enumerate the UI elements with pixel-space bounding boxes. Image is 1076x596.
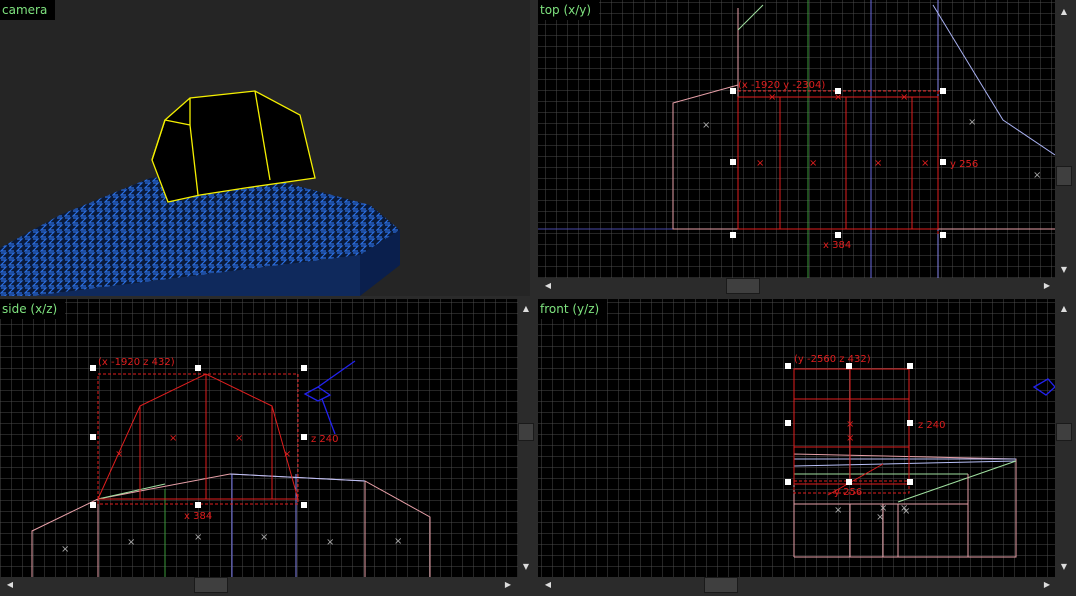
scroll-left-icon[interactable]: ◀ bbox=[540, 278, 556, 294]
front-vertical-scrollbar[interactable]: ▲ ▼ bbox=[1056, 299, 1072, 577]
svg-text:×: × bbox=[809, 158, 817, 169]
svg-text:×: × bbox=[283, 449, 291, 460]
svg-text:×: × bbox=[1033, 170, 1041, 181]
scroll-thumb[interactable] bbox=[518, 423, 534, 441]
scroll-right-icon[interactable]: ▶ bbox=[1039, 278, 1055, 294]
camera-viewport-label: camera bbox=[0, 0, 56, 20]
camera-viewport[interactable]: camera bbox=[0, 0, 530, 296]
side-viewport-label: side (x/z) bbox=[0, 299, 66, 319]
scroll-right-icon[interactable]: ▶ bbox=[500, 577, 516, 593]
top-viewport[interactable]: × × × × × × × × × × (x -1920 y -2304) y 256 x 3… bbox=[538, 0, 1055, 278]
scroll-thumb[interactable] bbox=[704, 577, 738, 593]
svg-text:×: × bbox=[127, 537, 135, 548]
scroll-left-icon[interactable]: ◀ bbox=[2, 577, 18, 593]
side-horizontal-scrollbar[interactable]: ◀ ▶ bbox=[0, 577, 518, 593]
svg-text:×: × bbox=[169, 433, 177, 444]
front-origin-label: (y -2560 z 432) bbox=[794, 354, 871, 365]
svg-text:×: × bbox=[921, 158, 929, 169]
svg-text:×: × bbox=[846, 433, 854, 444]
top-width-label: x 384 bbox=[823, 240, 851, 251]
svg-text:×: × bbox=[115, 449, 123, 460]
front-width-label: y 256 bbox=[834, 487, 862, 498]
svg-text:×: × bbox=[756, 158, 764, 169]
svg-text:×: × bbox=[968, 117, 976, 128]
svg-text:×: × bbox=[260, 532, 268, 543]
svg-text:×: × bbox=[900, 92, 908, 103]
svg-text:×: × bbox=[326, 537, 334, 548]
top-viewport-label: top (x/y) bbox=[538, 0, 600, 20]
scroll-up-icon[interactable]: ▲ bbox=[518, 301, 534, 317]
side-vertical-scrollbar[interactable]: ▲ ▼ bbox=[518, 299, 534, 577]
camera-scene bbox=[0, 90, 400, 296]
svg-text:×: × bbox=[876, 512, 884, 523]
scroll-up-icon[interactable]: ▲ bbox=[1056, 4, 1072, 20]
svg-text:×: × bbox=[194, 532, 202, 543]
top-height-label: y 256 bbox=[950, 159, 978, 170]
scroll-right-icon[interactable]: ▶ bbox=[1039, 577, 1055, 593]
scroll-left-icon[interactable]: ◀ bbox=[540, 577, 556, 593]
top-horizontal-scrollbar[interactable]: ◀ ▶ bbox=[538, 278, 1055, 294]
side-height-label: z 240 bbox=[311, 434, 339, 445]
front-viewport[interactable]: × × × × × × × (y -2560 z 432) z 240 y 256 fro… bbox=[538, 299, 1055, 577]
svg-text:×: × bbox=[874, 158, 882, 169]
svg-text:×: × bbox=[702, 120, 710, 131]
svg-text:×: × bbox=[235, 433, 243, 444]
scroll-up-icon[interactable]: ▲ bbox=[1056, 301, 1072, 317]
scroll-thumb[interactable] bbox=[726, 278, 760, 294]
side-viewport[interactable]: × × × × × × × × × × (x -1920 z 432) z 240 x 384 … bbox=[0, 299, 518, 577]
side-origin-label: (x -1920 z 432) bbox=[98, 357, 175, 368]
scroll-down-icon[interactable]: ▼ bbox=[1056, 262, 1072, 278]
scroll-down-icon[interactable]: ▼ bbox=[518, 559, 534, 575]
svg-text:×: × bbox=[902, 506, 910, 517]
top-vertical-scrollbar[interactable]: ▲ ▼ bbox=[1056, 0, 1072, 278]
scroll-thumb[interactable] bbox=[1056, 166, 1072, 186]
svg-text:×: × bbox=[394, 536, 402, 547]
front-horizontal-scrollbar[interactable]: ◀ ▶ bbox=[538, 577, 1055, 593]
scroll-thumb[interactable] bbox=[194, 577, 228, 593]
svg-text:×: × bbox=[768, 92, 776, 103]
front-grid-canvas: ×× × ×××× (y -2560 z 432) z 240 y 256 bbox=[538, 299, 1055, 577]
side-grid-canvas: × × × × × × × × × × (x -1920 z 432) z 240 x 384 bbox=[0, 299, 518, 577]
front-viewport-label: front (y/z) bbox=[538, 299, 608, 319]
top-grid-canvas: × × × × × × × × ×× (x -1920 y -2304) y 256 x 3… bbox=[538, 0, 1055, 278]
svg-text:×: × bbox=[61, 544, 69, 555]
front-height-label: z 240 bbox=[918, 420, 946, 431]
scroll-down-icon[interactable]: ▼ bbox=[1056, 559, 1072, 575]
side-width-label: x 384 bbox=[184, 511, 212, 522]
svg-text:×: × bbox=[834, 505, 842, 516]
scroll-thumb[interactable] bbox=[1056, 423, 1072, 441]
svg-text:×: × bbox=[846, 419, 854, 430]
top-origin-label: (x -1920 y -2304) bbox=[738, 80, 825, 91]
